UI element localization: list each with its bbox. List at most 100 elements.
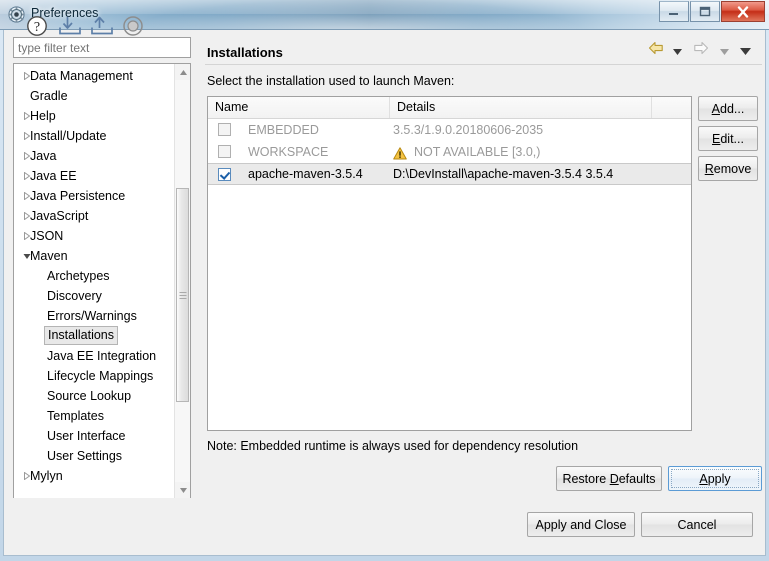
sidebar-item-label: User Settings xyxy=(47,449,123,463)
close-button[interactable] xyxy=(721,1,765,22)
back-button[interactable] xyxy=(648,41,668,61)
sidebar-item-user-settings[interactable]: User Settings xyxy=(14,446,174,466)
tree-list: Data Management Gradle Help Install/Update J… xyxy=(14,66,174,486)
chevron-down-icon xyxy=(719,42,729,59)
edit-button-label: Edit... xyxy=(712,131,744,146)
scroll-down-button[interactable] xyxy=(175,482,190,498)
sidebar-item-java[interactable]: Java xyxy=(14,146,174,166)
preferences-gear-icon xyxy=(8,6,25,23)
sidebar-item-java-ee-integration[interactable]: Java EE Integration xyxy=(14,346,174,366)
minimize-button[interactable] xyxy=(659,1,689,22)
preferences-tree: Data Management Gradle Help Install/Update J… xyxy=(13,63,191,515)
forward-dropdown-button[interactable] xyxy=(719,41,736,61)
dialog-body: Data Management Gradle Help Install/Update J… xyxy=(3,30,766,528)
sidebar-item-installations[interactable]: Installations xyxy=(14,326,174,346)
column-header-extra[interactable] xyxy=(652,97,691,118)
sidebar-item-label: Errors/Warnings xyxy=(47,309,137,323)
sidebar-item-label: Java EE Integration xyxy=(47,349,157,363)
remove-button[interactable]: Remove xyxy=(698,156,758,181)
sidebar-item-label: Templates xyxy=(47,409,104,423)
row-checkbox[interactable] xyxy=(218,123,231,136)
oomph-record-icon[interactable] xyxy=(121,14,145,38)
sidebar-item-archetypes[interactable]: Archetypes xyxy=(14,266,174,286)
installations-table[interactable]: Name Details EMBEDDED 3.5.3/1.9.0.2018060… xyxy=(207,96,692,431)
forward-button[interactable] xyxy=(693,41,715,61)
row-checkbox[interactable] xyxy=(218,168,231,181)
import-preferences-icon[interactable] xyxy=(57,14,81,38)
sidebar-item-errors-warnings[interactable]: Errors/Warnings xyxy=(14,306,174,326)
sidebar-item-lifecycle-mappings[interactable]: Lifecycle Mappings xyxy=(14,366,174,386)
table-row[interactable]: EMBEDDED 3.5.3/1.9.0.20180606-2035 xyxy=(208,119,691,141)
sidebar-item-label: Maven xyxy=(30,249,68,263)
table-header-row: Name Details xyxy=(208,97,691,119)
sidebar-item-javascript[interactable]: JavaScript xyxy=(14,206,174,226)
preferences-dialog: Preferences type filter text Data Manage… xyxy=(0,0,769,561)
sidebar-item-label: Discovery xyxy=(47,289,102,303)
cell-name: WORKSPACE xyxy=(248,145,329,159)
chevron-down-icon xyxy=(740,42,751,59)
row-checkbox[interactable] xyxy=(218,145,231,158)
sidebar-item-label: Archetypes xyxy=(47,269,110,283)
column-header-name[interactable]: Name xyxy=(208,97,390,118)
scrollbar-grip-icon xyxy=(179,286,186,304)
sidebar-item-java-ee[interactable]: Java EE xyxy=(14,166,174,186)
svg-text:?: ? xyxy=(34,20,40,35)
filter-input[interactable] xyxy=(13,37,191,58)
table-row[interactable]: WORKSPACE NOT AVAILABLE [3.0,) xyxy=(208,141,691,163)
add-button[interactable]: Add... xyxy=(698,96,758,121)
sidebar-item-label: Lifecycle Mappings xyxy=(47,369,154,383)
add-button-label: Add... xyxy=(711,101,745,116)
help-icon[interactable]: ? xyxy=(25,14,49,38)
apply-and-close-button[interactable]: Apply and Close xyxy=(527,512,635,537)
sidebar-item-maven[interactable]: Maven xyxy=(14,246,174,266)
sidebar-item-label: JavaScript xyxy=(30,209,89,223)
title-separator xyxy=(205,64,762,65)
cancel-button[interactable]: Cancel xyxy=(641,512,753,537)
column-header-details[interactable]: Details xyxy=(390,97,652,118)
back-dropdown-button[interactable] xyxy=(672,41,689,61)
sidebar-item-mylyn[interactable]: Mylyn xyxy=(14,466,174,486)
sidebar-item-label: Help xyxy=(30,109,56,123)
sidebar-item-json[interactable]: JSON xyxy=(14,226,174,246)
sidebar-item-label: Data Management xyxy=(30,69,133,83)
apply-label: Apply xyxy=(699,471,731,486)
sidebar-item-label: JSON xyxy=(30,229,64,243)
page-nav-toolbar xyxy=(648,41,758,61)
restore-defaults-button[interactable]: Restore Defaults xyxy=(556,466,662,491)
title-bar: Preferences xyxy=(0,0,769,30)
sidebar-item-label: Java xyxy=(30,149,57,163)
scroll-up-button[interactable] xyxy=(175,64,190,80)
cancel-label: Cancel xyxy=(677,517,717,532)
page-description: Select the installation used to launch M… xyxy=(207,74,455,88)
sidebar-item-source-lookup[interactable]: Source Lookup xyxy=(14,386,174,406)
apply-button[interactable]: Apply xyxy=(668,466,762,491)
page-title: Installations xyxy=(207,45,283,60)
sidebar-item-gradle[interactable]: Gradle xyxy=(14,86,174,106)
sidebar-item-data-management[interactable]: Data Management xyxy=(14,66,174,86)
sidebar-item-templates[interactable]: Templates xyxy=(14,406,174,426)
back-arrow-icon xyxy=(648,41,664,59)
sidebar-item-label: Java EE xyxy=(30,169,77,183)
sidebar-item-label: Mylyn xyxy=(30,469,63,483)
sidebar-item-user-interface[interactable]: User Interface xyxy=(14,426,174,446)
sidebar-item-help[interactable]: Help xyxy=(14,106,174,126)
tree-scrollbar-thumb[interactable] xyxy=(176,188,189,402)
sidebar-item-label: User Interface xyxy=(47,429,126,443)
table-row[interactable]: apache-maven-3.5.4 D:\DevInstall\apache-m… xyxy=(208,163,691,185)
tree-vertical-scrollbar[interactable] xyxy=(174,64,190,498)
sidebar-item-discovery[interactable]: Discovery xyxy=(14,286,174,306)
cell-details: D:\DevInstall\apache-maven-3.5.4 3.5.4 xyxy=(393,167,614,181)
sidebar-item-java-persistence[interactable]: Java Persistence xyxy=(14,186,174,206)
page-menu-button[interactable] xyxy=(740,41,758,61)
maximize-button[interactable] xyxy=(690,1,720,22)
minimize-icon xyxy=(660,2,688,21)
sidebar-item-label: Gradle xyxy=(30,89,68,103)
edit-button[interactable]: Edit... xyxy=(698,126,758,151)
chevron-down-icon xyxy=(672,42,682,59)
apply-and-close-label: Apply and Close xyxy=(535,517,627,532)
sidebar-item-install-update[interactable]: Install/Update xyxy=(14,126,174,146)
cell-details: NOT AVAILABLE [3.0,) xyxy=(414,145,541,159)
title-bar-glow xyxy=(120,0,590,29)
export-preferences-icon[interactable] xyxy=(89,14,113,38)
cell-details: 3.5.3/1.9.0.20180606-2035 xyxy=(393,123,544,137)
